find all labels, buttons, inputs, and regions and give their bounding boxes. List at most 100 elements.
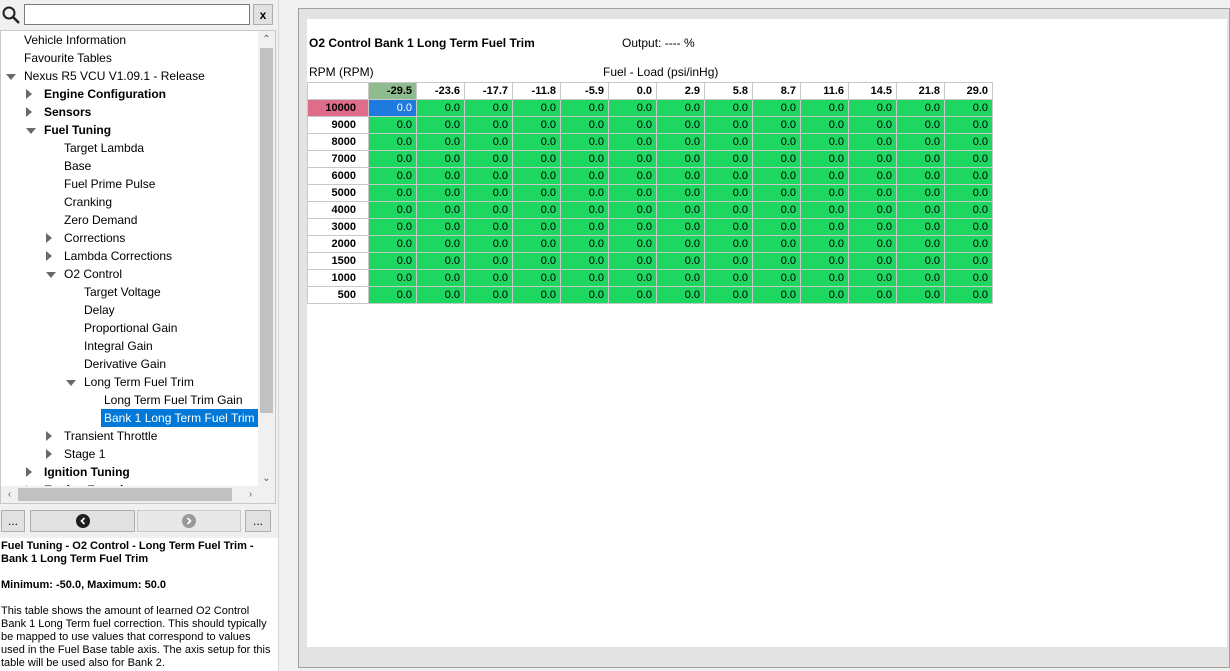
table-cell[interactable]: 0.0	[752, 133, 801, 151]
column-header[interactable]: 29.0	[944, 82, 993, 100]
table-cell[interactable]: 0.0	[416, 252, 465, 270]
table-cell[interactable]: 0.0	[800, 184, 849, 202]
collapsed-arrow-icon[interactable]	[46, 251, 52, 261]
expanded-arrow-icon[interactable]	[26, 128, 36, 134]
tree-item[interactable]: Transient Throttle	[1, 427, 160, 445]
clear-search-button[interactable]: x	[253, 4, 273, 25]
table-cell[interactable]: 0.0	[512, 235, 561, 253]
row-header[interactable]: 6000	[307, 167, 369, 185]
tree-item[interactable]: Nexus R5 VCU V1.09.1 - Release	[1, 67, 208, 85]
table-cell[interactable]: 0.0	[656, 150, 705, 168]
table-cell[interactable]: 0.0	[512, 201, 561, 219]
table-cell[interactable]: 0.0	[512, 167, 561, 185]
table-cell[interactable]: 0.0	[368, 150, 417, 168]
table-cell[interactable]: 0.0	[896, 184, 945, 202]
tree-item[interactable]: Sensors	[1, 103, 94, 121]
column-header[interactable]: 0.0	[608, 82, 657, 100]
expanded-arrow-icon[interactable]	[66, 380, 76, 386]
table-cell[interactable]: 0.0	[560, 286, 609, 304]
table-cell[interactable]: 0.0	[944, 184, 993, 202]
table-cell[interactable]: 0.0	[896, 116, 945, 134]
table-cell[interactable]: 0.0	[416, 218, 465, 236]
table-cell[interactable]: 0.0	[368, 167, 417, 185]
table-cell[interactable]: 0.0	[560, 201, 609, 219]
table-cell[interactable]: 0.0	[512, 133, 561, 151]
tree-item[interactable]: Proportional Gain	[1, 319, 180, 337]
table-cell[interactable]: 0.0	[704, 235, 753, 253]
tree-item[interactable]: Vehicle Information	[1, 31, 129, 49]
table-cell[interactable]: 0.0	[560, 184, 609, 202]
table-cell[interactable]: 0.0	[512, 252, 561, 270]
table-cell[interactable]: 0.0	[464, 269, 513, 287]
table-cell[interactable]: 0.0	[704, 116, 753, 134]
table-cell[interactable]: 0.0	[560, 269, 609, 287]
column-header[interactable]: 8.7	[752, 82, 801, 100]
table-cell[interactable]: 0.0	[608, 184, 657, 202]
table-cell[interactable]: 0.0	[848, 167, 897, 185]
table-cell[interactable]: 0.0	[512, 116, 561, 134]
tree-item[interactable]: Delay	[1, 301, 118, 319]
table-cell[interactable]: 0.0	[416, 201, 465, 219]
tree-item[interactable]: Target Voltage	[1, 283, 164, 301]
table-cell[interactable]: 0.0	[896, 252, 945, 270]
collapsed-arrow-icon[interactable]	[46, 431, 52, 441]
table-cell[interactable]: 0.0	[608, 150, 657, 168]
table-cell[interactable]: 0.0	[560, 235, 609, 253]
table-cell[interactable]: 0.0	[704, 184, 753, 202]
table-cell[interactable]: 0.0	[848, 184, 897, 202]
left-more-button[interactable]: ...	[1, 510, 25, 532]
table-cell[interactable]: 0.0	[704, 269, 753, 287]
vertical-scroll-thumb[interactable]	[260, 48, 273, 413]
forward-button[interactable]	[137, 510, 241, 532]
table-cell[interactable]: 0.0	[416, 235, 465, 253]
table-cell[interactable]: 0.0	[512, 184, 561, 202]
row-header[interactable]: 4000	[307, 201, 369, 219]
table-cell[interactable]: 0.0	[608, 99, 657, 117]
table-cell[interactable]: 0.0	[656, 286, 705, 304]
table-cell[interactable]: 0.0	[608, 286, 657, 304]
table-cell[interactable]: 0.0	[656, 99, 705, 117]
table-cell[interactable]: 0.0	[560, 150, 609, 168]
table-cell[interactable]: 0.0	[848, 116, 897, 134]
table-cell[interactable]: 0.0	[848, 99, 897, 117]
table-cell[interactable]: 0.0	[656, 252, 705, 270]
table-cell[interactable]: 0.0	[416, 184, 465, 202]
table-cell[interactable]: 0.0	[752, 218, 801, 236]
table-cell[interactable]: 0.0	[848, 286, 897, 304]
table-cell[interactable]: 0.0	[656, 201, 705, 219]
table-cell[interactable]: 0.0	[560, 252, 609, 270]
expanded-arrow-icon[interactable]	[46, 272, 56, 278]
table-cell[interactable]: 0.0	[656, 116, 705, 134]
table-cell[interactable]: 0.0	[464, 201, 513, 219]
table-cell[interactable]: 0.0	[896, 269, 945, 287]
table-cell[interactable]: 0.0	[896, 99, 945, 117]
row-header[interactable]: 7000	[307, 150, 369, 168]
table-cell[interactable]: 0.0	[560, 99, 609, 117]
table-cell[interactable]: 0.0	[464, 133, 513, 151]
back-button[interactable]	[30, 510, 135, 532]
table-cell[interactable]: 0.0	[656, 235, 705, 253]
column-header[interactable]: -17.7	[464, 82, 513, 100]
table-cell[interactable]: 0.0	[848, 252, 897, 270]
table-cell[interactable]: 0.0	[560, 218, 609, 236]
table-cell[interactable]: 0.0	[800, 218, 849, 236]
table-cell[interactable]: 0.0	[608, 252, 657, 270]
table-cell[interactable]: 0.0	[704, 218, 753, 236]
column-header[interactable]: 21.8	[896, 82, 945, 100]
table-cell[interactable]: 0.0	[416, 133, 465, 151]
table-cell[interactable]: 0.0	[368, 201, 417, 219]
table-cell[interactable]: 0.0	[896, 167, 945, 185]
table-cell[interactable]: 0.0	[800, 99, 849, 117]
table-cell[interactable]: 0.0	[416, 286, 465, 304]
collapsed-arrow-icon[interactable]	[46, 449, 52, 459]
tree-item[interactable]: Lambda Corrections	[1, 247, 175, 265]
table-cell[interactable]: 0.0	[656, 218, 705, 236]
row-header[interactable]: 8000	[307, 133, 369, 151]
row-header[interactable]: 9000	[307, 116, 369, 134]
tree-item[interactable]: Base	[1, 157, 94, 175]
table-cell[interactable]: 0.0	[560, 116, 609, 134]
row-header[interactable]: 3000	[307, 218, 369, 236]
table-cell[interactable]: 0.0	[944, 269, 993, 287]
column-header[interactable]: -11.8	[512, 82, 561, 100]
table-cell[interactable]: 0.0	[800, 235, 849, 253]
